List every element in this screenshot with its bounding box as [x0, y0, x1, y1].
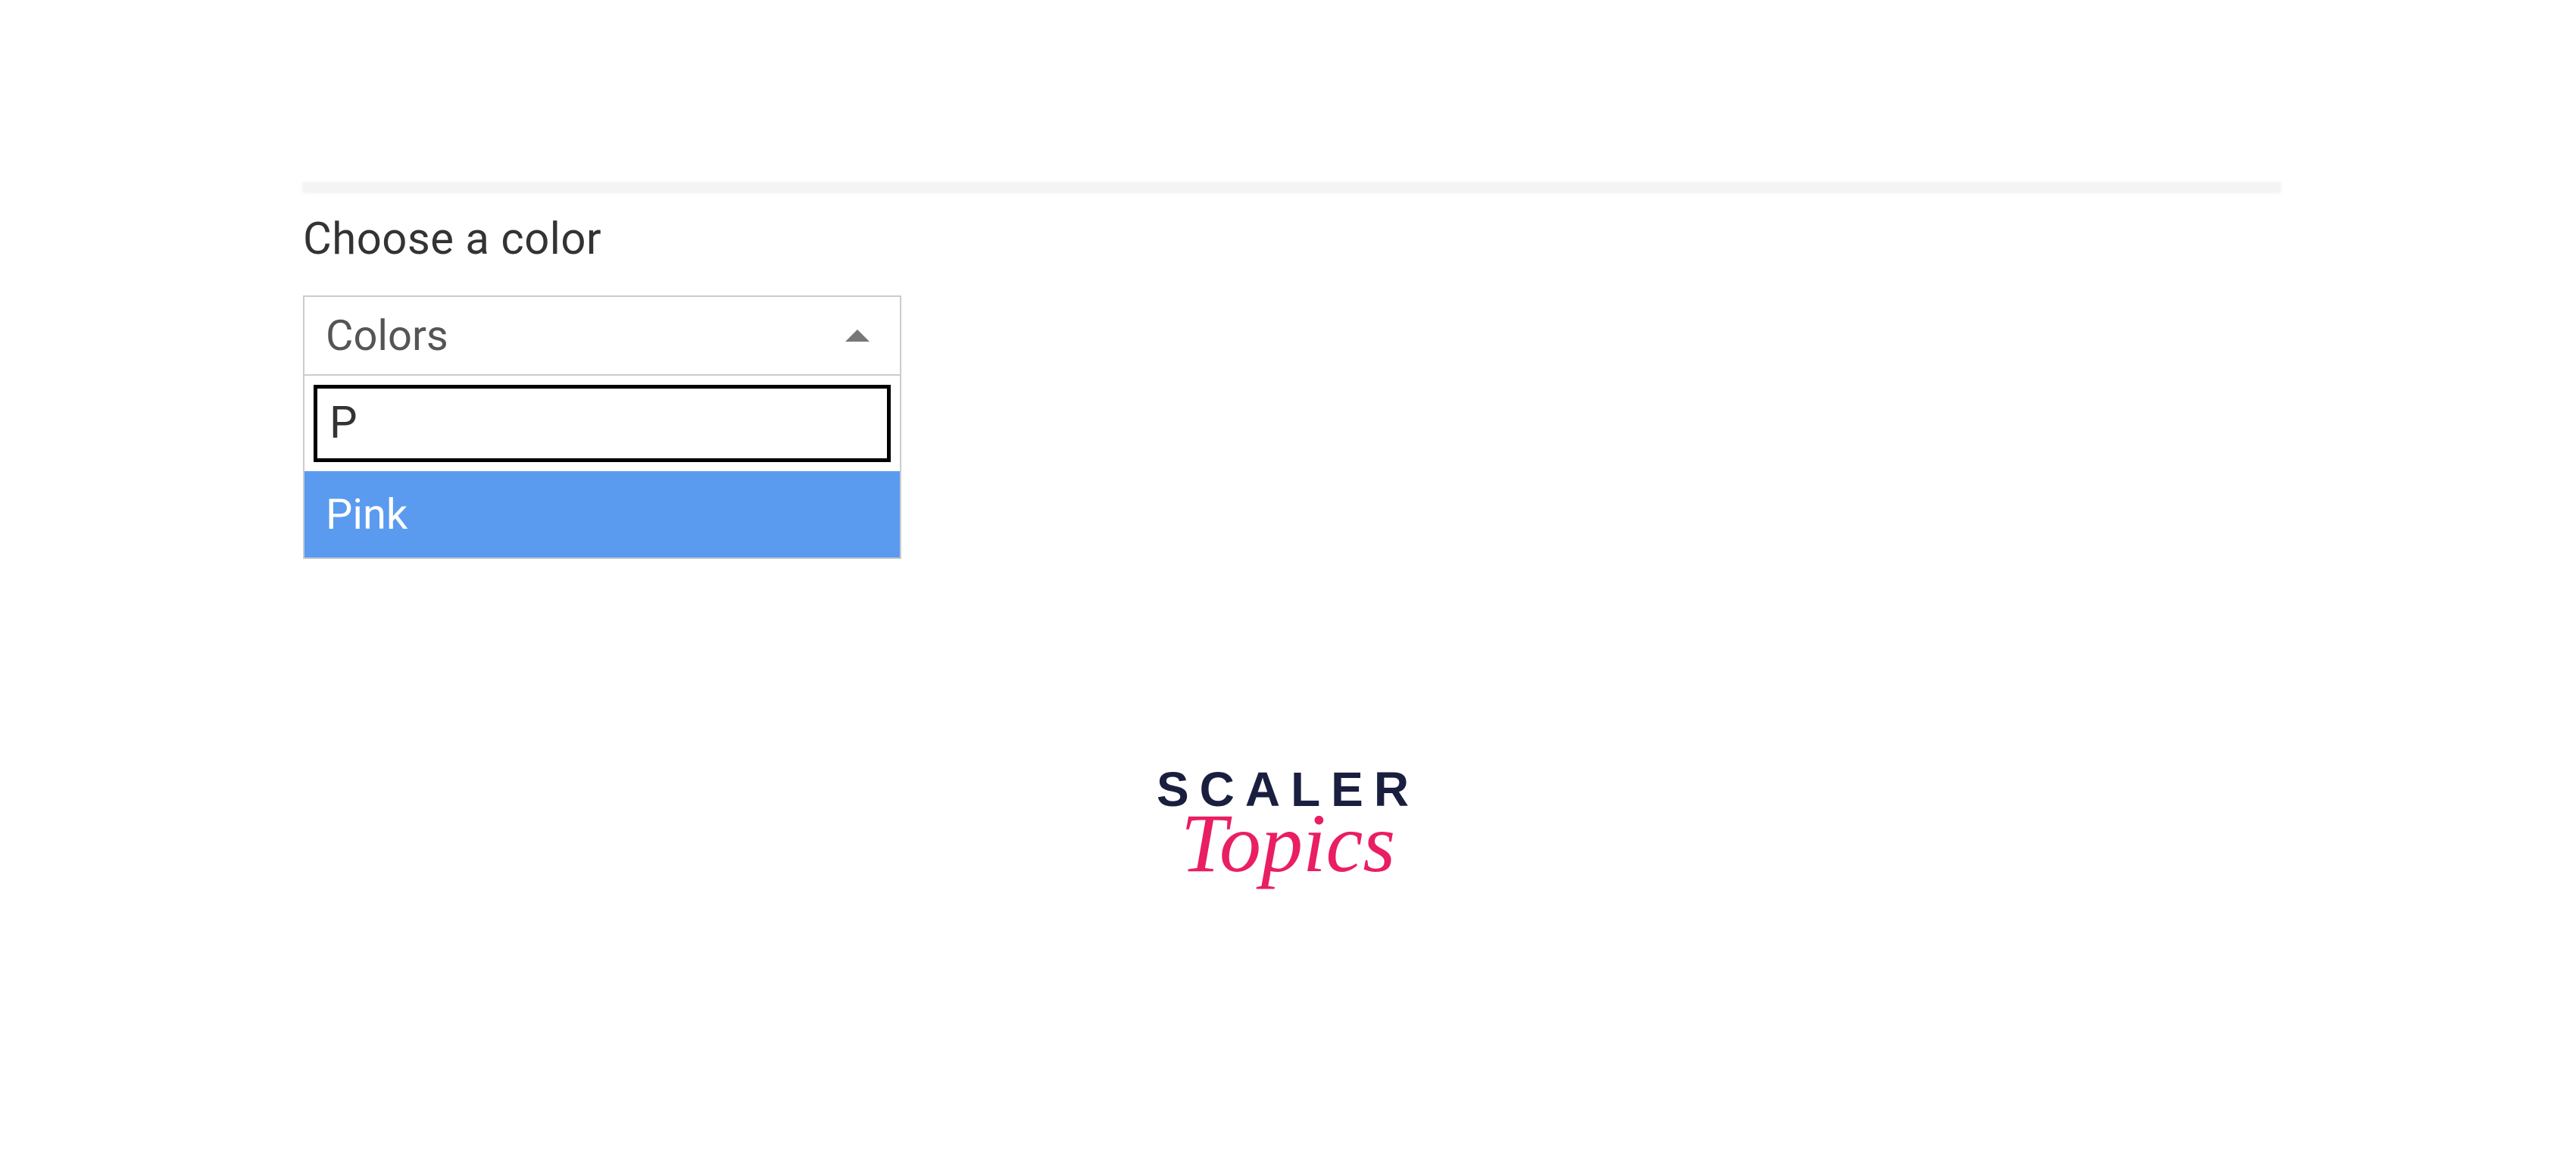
color-select: Colors Pink	[303, 295, 901, 559]
select-search-input[interactable]	[314, 385, 891, 462]
brand-logo: SCALER Topics	[1157, 765, 1419, 881]
select-header[interactable]: Colors	[303, 295, 901, 376]
search-wrapper	[304, 376, 900, 471]
select-dropdown: Pink	[303, 376, 901, 559]
logo-topics-text: Topics	[1157, 806, 1419, 881]
top-divider	[303, 182, 2281, 191]
caret-up-icon	[845, 330, 870, 342]
field-label: Choose a color	[303, 214, 2281, 265]
option-pink[interactable]: Pink	[304, 471, 900, 558]
demo-panel: Choose a color Colors Pink	[303, 182, 2281, 559]
select-placeholder: Colors	[326, 311, 448, 361]
